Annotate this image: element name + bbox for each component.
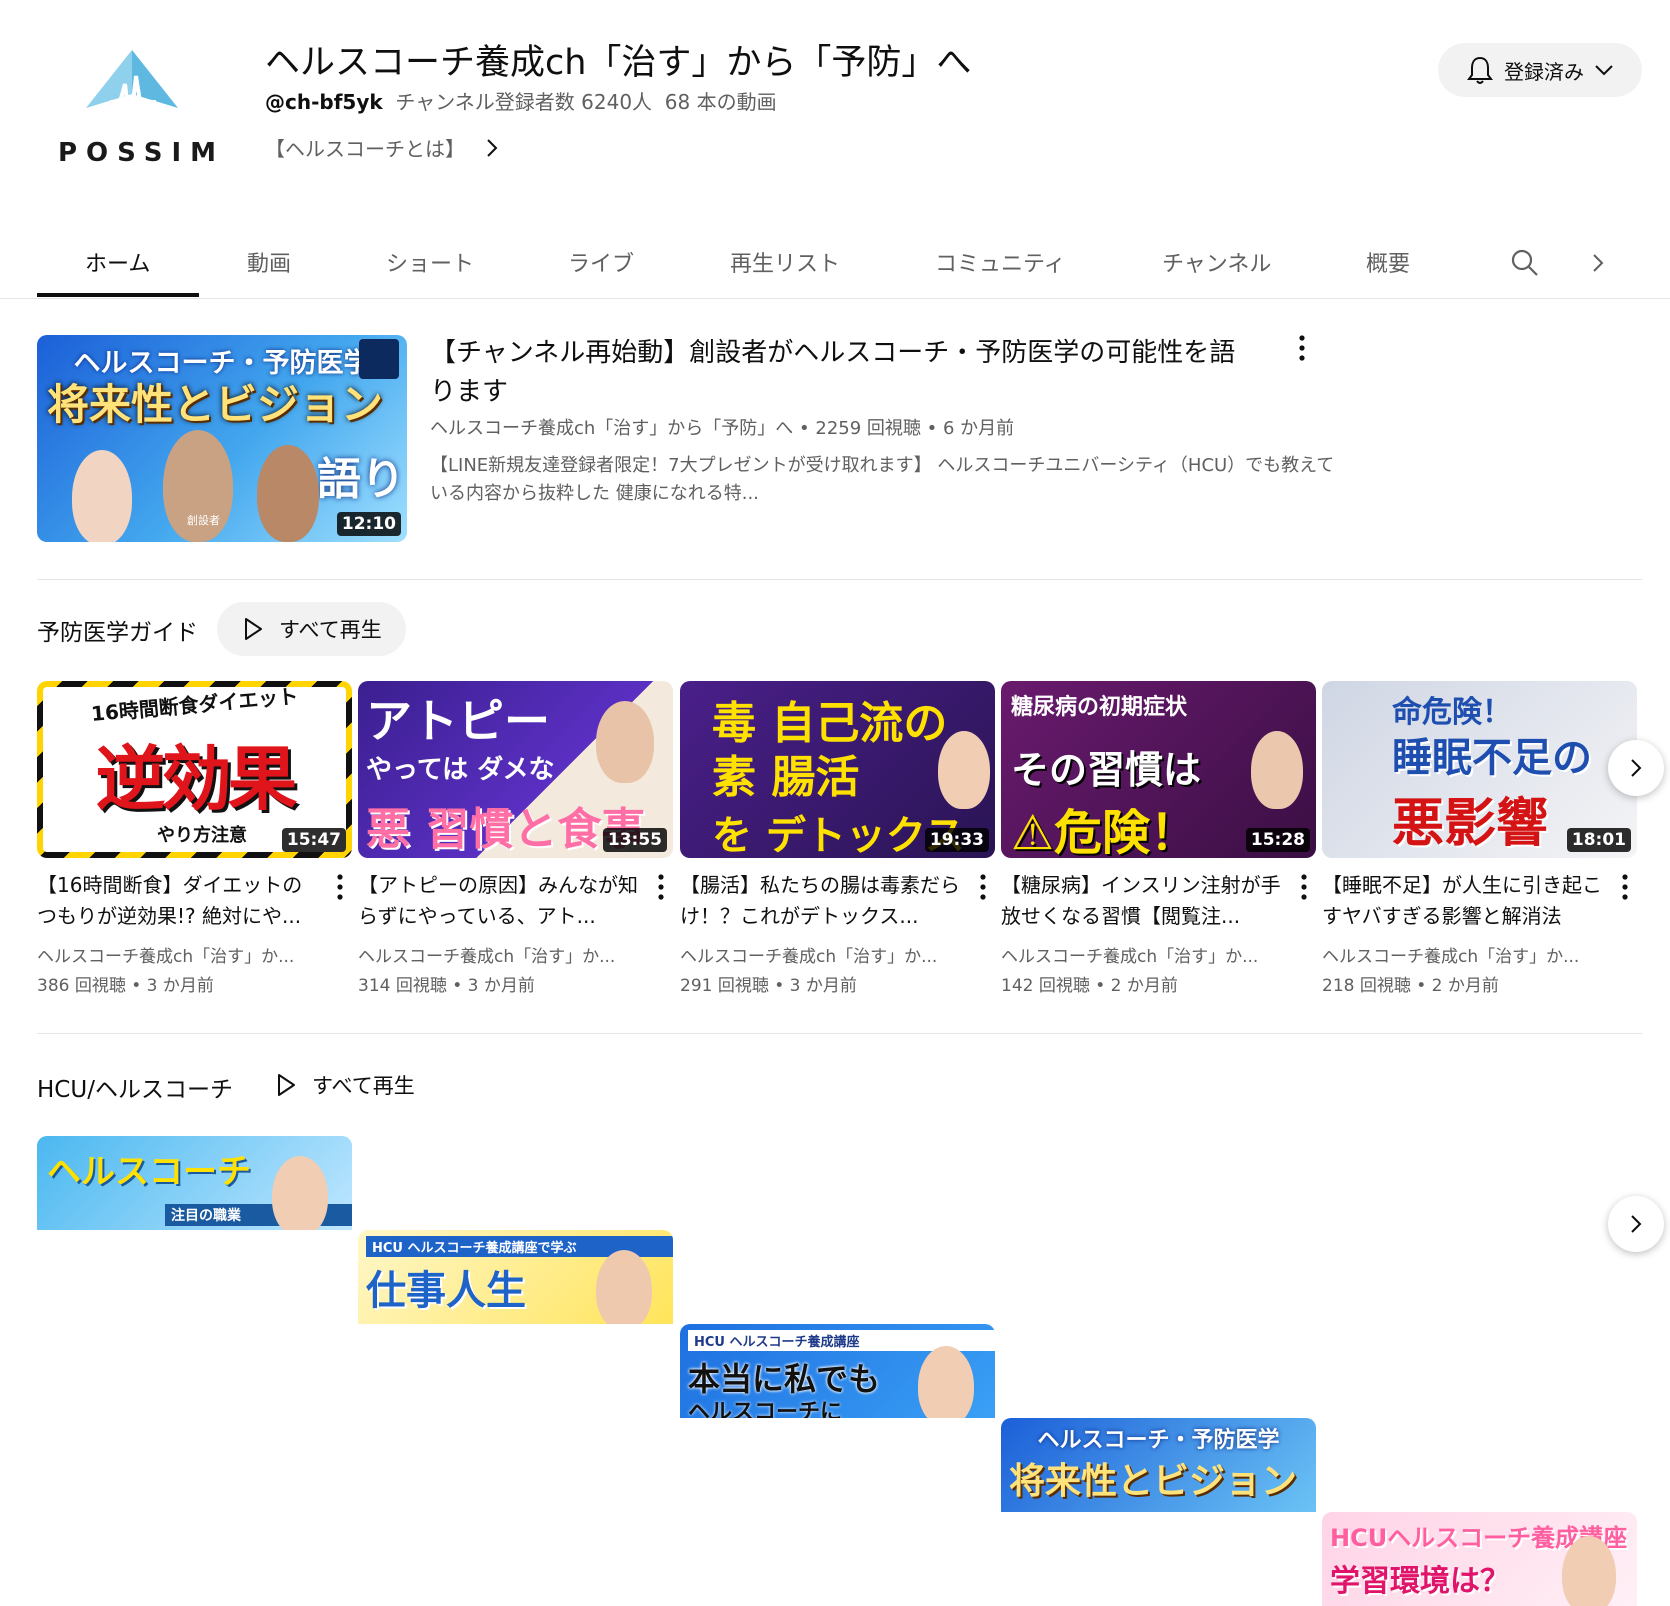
tab-videos[interactable]: 動画 [247, 246, 291, 278]
tab-home[interactable]: ホーム [85, 246, 150, 278]
hcu-badge [359, 339, 399, 379]
play-all-button[interactable]: すべて再生 [217, 602, 406, 656]
channel-about-link[interactable]: 【ヘルスコーチとは】 [265, 133, 499, 162]
video-stats: 142 回視聴 • 2 か月前 [1001, 976, 1178, 996]
video-card[interactable]: 糖尿病の初期症状 その習慣は ⚠危険！ 15:28 【糖尿病】インスリン注射が手… [1001, 681, 1316, 996]
shelf-title[interactable]: 予防医学ガイド [37, 613, 198, 647]
video-count: 68 本の動画 [664, 90, 777, 114]
shelf-title[interactable]: HCU/ヘルスコーチ [37, 1070, 233, 1104]
video-stats: 291 回視聴 • 3 か月前 [680, 976, 857, 996]
video-card[interactable]: 命危険！ 睡眠不足の 悪影響 18:01 【睡眠不足】が人生に引き起こすヤバすぎ… [1322, 681, 1637, 996]
chevron-right-icon [487, 138, 498, 157]
video-card[interactable]: 16時間断食ダイエット 逆効果 やり方注意 15:47 【16時間断食】ダイエッ… [37, 681, 352, 996]
section-divider [37, 1033, 1642, 1034]
video-thumbnail[interactable]: HCU ヘルスコーチ養成講座 本当に私でも ヘルスコーチに [680, 1324, 995, 1418]
video-title[interactable]: 【アトピーの原因】みんなが知らずにやっている、アト... [358, 870, 638, 932]
thumb-text: 将来性とビジョン [1009, 1461, 1298, 1502]
tab-playlists[interactable]: 再生リスト [730, 246, 840, 278]
tab-community[interactable]: コミュニティ [935, 246, 1066, 278]
video-thumbnail[interactable]: アトピー やっては ダメな 悪 習慣と食事 13:55 [358, 681, 673, 858]
video-title[interactable]: 【睡眠不足】が人生に引き起こすヤバすぎる影響と解消法 [1322, 870, 1602, 932]
chevron-down-icon [1595, 65, 1613, 76]
shelf-next-button[interactable] [1608, 1196, 1664, 1252]
tab-channels[interactable]: チャンネル [1162, 246, 1271, 278]
play-icon [278, 1074, 295, 1096]
video-duration: 19:33 [924, 828, 989, 852]
video-channel[interactable]: ヘルスコーチ養成ch「治す」か... [1001, 942, 1281, 967]
video-duration: 15:28 [1245, 828, 1310, 852]
shelf-next-button[interactable] [1608, 740, 1664, 796]
play-icon [245, 618, 262, 640]
video-thumbnail[interactable]: 毒 自己流の 素 腸活 を デトックス 19:33 [680, 681, 995, 858]
play-all-label: すべて再生 [279, 618, 382, 642]
thumb-text: 睡眠不足の [1392, 735, 1592, 781]
video-channel[interactable]: ヘルスコーチ養成ch「治す」か... [1322, 942, 1602, 967]
video-title[interactable]: 【糖尿病】インスリン注射が手放せくなる習慣【閲覧注... [1001, 870, 1281, 932]
thumb-text: 語りま [317, 454, 407, 505]
video-stats: 218 回視聴 • 2 か月前 [1322, 976, 1499, 996]
video-thumbnail[interactable]: HCU ヘルスコーチ養成講座で学ぶ 仕事人生 [358, 1230, 673, 1324]
video-stats: 386 回視聴 • 3 か月前 [37, 976, 214, 996]
more-actions-icon[interactable] [649, 871, 673, 903]
featured-video-meta: ヘルスコーチ養成ch「治す」から「予防」へ • 2259 回視聴 • 6 か月前 [430, 418, 1015, 439]
featured-video-thumbnail[interactable]: ヘルスコーチ・予防医学 将来性とビジョン 語りま 創設者 12:10 [37, 335, 407, 542]
video-card[interactable]: アトピー やっては ダメな 悪 習慣と食事 13:55 【アトピーの原因】みんな… [358, 681, 673, 996]
more-actions-icon[interactable] [328, 871, 352, 903]
video-thumbnail[interactable]: 糖尿病の初期症状 その習慣は ⚠危険！ 15:28 [1001, 681, 1316, 858]
chevron-right-icon [1631, 759, 1642, 777]
tab-shorts[interactable]: ショート [386, 246, 474, 278]
thumb-text: 逆効果 [95, 738, 298, 820]
thumb-tag: 創設者 [187, 514, 220, 527]
channel-tabs: ホーム 動画 ショート ライブ 再生リスト コミュニティ チャンネル 概要 [0, 226, 1670, 299]
section-divider [37, 579, 1642, 580]
about-link-label: 【ヘルスコーチとは】 [265, 137, 465, 161]
tab-live[interactable]: ライブ [568, 246, 634, 278]
video-thumbnail[interactable]: ヘルスコーチ 注目の職業 [37, 1136, 352, 1230]
video-card[interactable]: 毒 自己流の 素 腸活 を デトックス 19:33 【腸活】私たちの腸は毒素だら… [680, 681, 995, 996]
video-channel[interactable]: ヘルスコーチ養成ch「治す」か... [680, 942, 960, 967]
featured-video-title[interactable]: 【チャンネル再始動】創設者がヘルスコーチ・予防医学の可能性を語ります [430, 334, 1250, 412]
video-channel[interactable]: ヘルスコーチ養成ch「治す」か... [358, 942, 638, 967]
subscriber-count: チャンネル登録者数 6240人 [395, 90, 653, 114]
thumb-text: 糖尿病の初期症状 [1011, 695, 1188, 720]
possim-logo-icon [86, 50, 178, 129]
video-duration: 15:47 [281, 828, 346, 852]
video-thumbnail[interactable]: HCUヘルスコーチ養成講座 学習環境は？ [1322, 1512, 1637, 1606]
logo-wordmark: POSSIM [58, 138, 225, 168]
video-title[interactable]: 【腸活】私たちの腸は毒素だらけ！？これがデトックス... [680, 870, 960, 932]
video-duration: 18:01 [1566, 828, 1631, 852]
video-thumbnail[interactable]: ヘルスコーチ・予防医学 将来性とビジョン [1001, 1418, 1316, 1512]
play-all-button[interactable]: すべて再生 [250, 1058, 439, 1112]
search-icon[interactable] [1510, 248, 1540, 278]
video-title[interactable]: 【16時間断食】ダイエットのつもりが逆効果!? 絶対にや... [37, 870, 317, 932]
video-thumbnail[interactable]: 命危険！ 睡眠不足の 悪影響 18:01 [1322, 681, 1637, 858]
thumb-text: 将来性とビジョン [47, 380, 384, 429]
more-actions-icon[interactable] [1613, 871, 1637, 903]
video-thumbnail[interactable]: 16時間断食ダイエット 逆効果 やり方注意 15:47 [37, 681, 352, 858]
more-actions-icon[interactable] [1292, 871, 1316, 903]
subscribe-label: 登録済み [1504, 59, 1584, 84]
subscribe-button[interactable]: 登録済み [1438, 43, 1642, 97]
tabs-scroll-right-icon[interactable] [1590, 252, 1606, 274]
video-channel[interactable]: ヘルスコーチ養成ch「治す」か... [37, 942, 317, 967]
thumb-text: ヘルスコーチ・予防医学 [1037, 1428, 1280, 1453]
channel-handle: @ch-bf5yk [265, 90, 383, 114]
chevron-right-icon [1631, 1215, 1642, 1233]
more-actions-icon[interactable] [971, 871, 995, 903]
featured-video-description: 【LINE新規友達登録者限定！7大プレゼントが受け取れます】 ヘルスコーチユニバ… [430, 455, 1335, 504]
video-duration: 13:55 [602, 828, 667, 852]
tab-about[interactable]: 概要 [1366, 246, 1410, 278]
video-stats: 314 回視聴 • 3 か月前 [358, 976, 535, 996]
channel-meta: @ch-bf5yk チャンネル登録者数 6240人 68 本の動画 [265, 86, 777, 115]
featured-more-actions-icon[interactable] [1290, 332, 1314, 364]
video-duration: 12:10 [336, 512, 401, 536]
bell-icon [1467, 56, 1493, 84]
play-all-label: すべて再生 [312, 1074, 415, 1098]
channel-title: ヘルスコーチ養成ch「治す」から「予防」へ [265, 43, 972, 83]
active-tab-indicator [37, 293, 199, 297]
